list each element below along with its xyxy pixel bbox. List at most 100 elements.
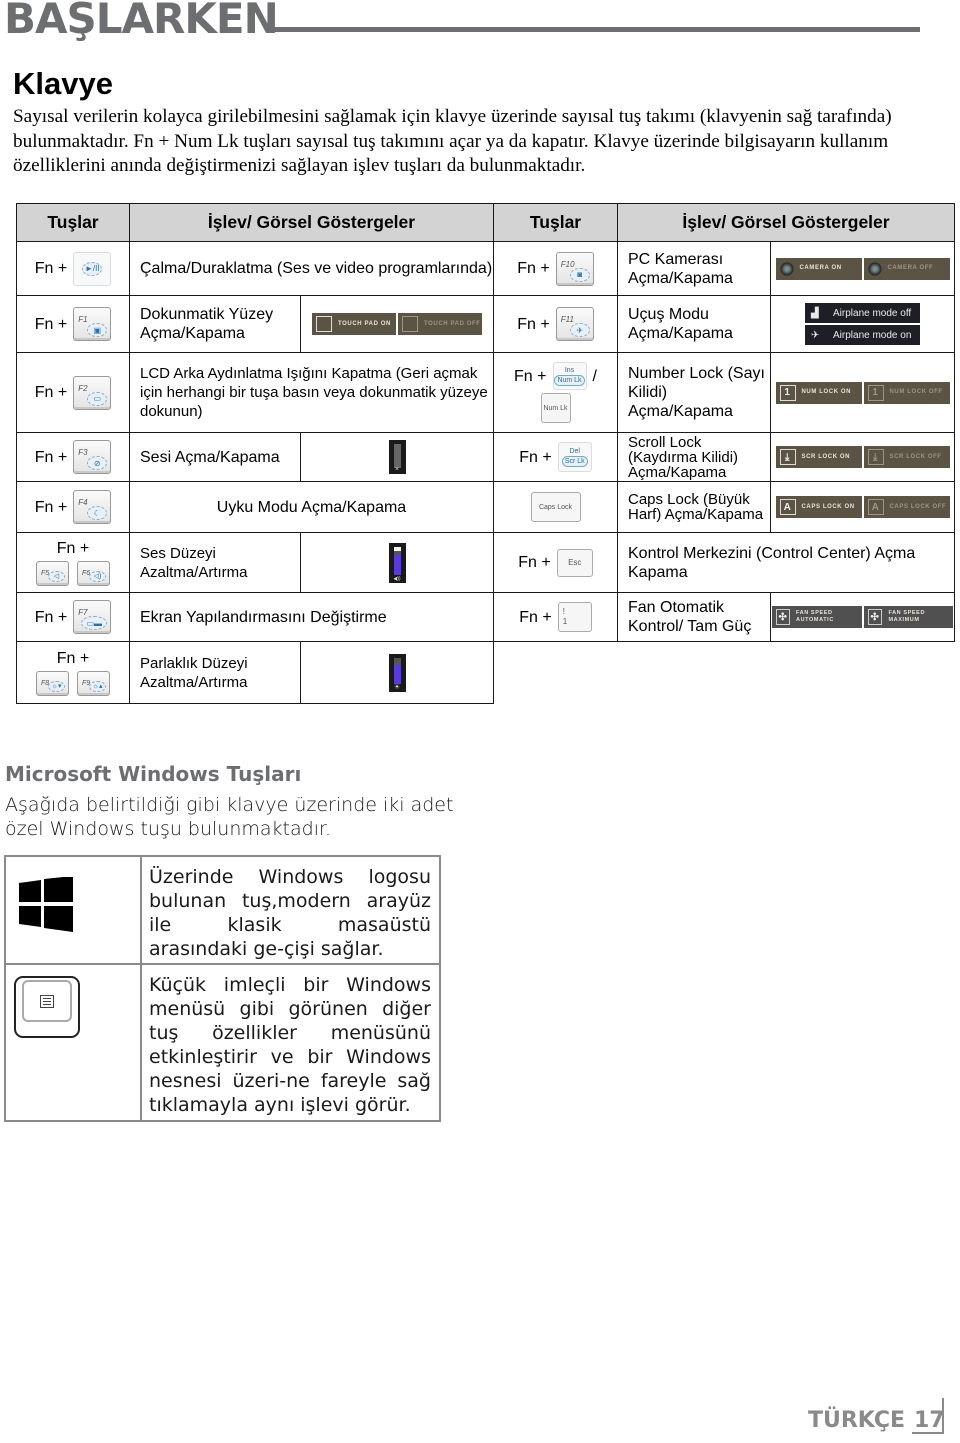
scrolllock-on-indicator: ⤓ SCR LOCK ON <box>775 446 862 468</box>
fn-label: Fn + <box>34 448 68 466</box>
airplane-indicators: ▟ Airplane mode off ✈ Airplane mode on <box>770 295 955 353</box>
volume-indicator-cell: ◀)) <box>300 532 494 593</box>
table-row-function: Dokunmatik Yüzey Açma/Kapama <box>129 295 301 353</box>
capslock-icon: A <box>867 499 884 515</box>
volume-level-fill <box>393 554 401 575</box>
fan-max-indicator: ✣ FAN SPEED MAXIMUM <box>863 606 953 628</box>
table-row-function: Sesi Açma/Kapama <box>129 432 301 482</box>
brightness-down-icon: ☼▾ <box>48 681 65 692</box>
numlock-icon: 1 <box>867 384 884 401</box>
airplane-icon: ✈ <box>569 323 590 337</box>
table-row-function: Ekran Yapılandırmasını Değiştirme <box>129 592 494 642</box>
camera-icon <box>867 261 882 276</box>
windows-key-row: Üzerinde Windows logosu bulunan tuş,mode… <box>6 857 439 965</box>
menu-key-description: Küçük imleçli bir Windows menüsü gibi gö… <box>149 974 431 1116</box>
page-number: 17 <box>914 1408 945 1433</box>
table-row-function: Caps Lock (Büyük Harf) Açma/Kapama <box>617 481 771 533</box>
del-scrlk-key: Del Scr Lk <box>557 442 592 472</box>
table-row-function: Ses Düzeyi Azaltma/Artırma <box>129 532 301 593</box>
fn-label: Fn + <box>34 384 68 401</box>
table-row-key: Fn + F11 ✈ <box>493 295 618 353</box>
menu-glyph-icon <box>40 994 54 1008</box>
fn-label: Fn + <box>517 315 550 333</box>
table-row-function: Uçuş Modu Açma/Kapama <box>617 295 771 353</box>
capslock-key: Caps Lock <box>530 492 581 522</box>
camera-on-indicator: CAMERA ON <box>775 257 862 280</box>
windows-keys-heading: Microsoft Windows Tuşları <box>5 762 302 786</box>
fn-label: Fn + <box>518 554 551 571</box>
touchpad-icon <box>402 316 418 332</box>
section-title: BAŞLARKEN <box>4 0 279 43</box>
table-row-key: Fn + F5 ◁ F6 ◁) <box>16 532 130 593</box>
camera-indicators: CAMERA ON CAMERA OFF <box>770 241 955 296</box>
touchpad-icon: ▣ <box>87 323 108 337</box>
signal-icon: ▟ <box>811 307 819 319</box>
keyboard-heading: Klavye <box>13 66 113 101</box>
table-row-function: Fan Otomatik Kontrol/ Tam Güç <box>617 592 771 642</box>
touchpad-off-indicator: TOUCH PAD OFF <box>398 313 482 335</box>
sleep-icon: ☾ <box>87 506 108 520</box>
table-row-key: Fn + F3 ⊘ <box>16 432 130 482</box>
table-row-key: Fn + F4 ☾ <box>16 481 130 533</box>
fn-label: Fn + <box>34 608 68 626</box>
touchpad-icon <box>316 316 332 332</box>
table-row-key: Fn + Esc <box>493 532 618 593</box>
table-row-function: Scroll Lock (Kaydırma Kilidi) Açma/Kapam… <box>617 432 771 482</box>
windows-logo-icon <box>19 877 73 932</box>
f1-key: F1 ▣ <box>73 307 112 341</box>
table-row-function: Parlaklık Düzeyi Azaltma/Artırma <box>129 641 301 704</box>
header-keys-left: Tuşlar <box>16 203 130 242</box>
table-row-key: Fn + ►/II <box>16 241 130 296</box>
camera-icon <box>779 261 794 276</box>
fan-icon: ✣ <box>776 609 790 625</box>
fan-icon: ✣ <box>867 609 883 625</box>
scroll-down-icon: ⤓ <box>867 449 884 465</box>
section-rule <box>266 27 920 32</box>
numlock-off-indicator: 1 NUM LOCK OFF <box>863 381 950 404</box>
brightness-meter: ☀ <box>388 653 406 692</box>
table-row-function: LCD Arka Aydınlatma Işığını Kapatma (Ger… <box>129 352 494 433</box>
windows-key-description: Üzerinde Windows logosu bulunan tuş,mode… <box>149 866 431 960</box>
airplane-on-indicator: ✈ Airplane mode on <box>805 325 920 345</box>
menu-key-icon <box>14 976 80 1038</box>
scroll-down-icon: ⤓ <box>779 449 796 465</box>
scrolllock-off-indicator: ⤓ SCR LOCK OFF <box>863 446 950 468</box>
esc-key: Esc <box>556 548 593 577</box>
header-keys-right: Tuşlar <box>493 203 618 242</box>
camera-icon: ◙ <box>569 267 590 282</box>
volume-muted-meter: × <box>388 440 406 474</box>
table-row-key: Fn + F7 ▭▬ <box>16 592 130 642</box>
numlock-on-indicator: 1 NUM LOCK ON <box>775 381 862 404</box>
f10-key: F10 ◙ <box>555 251 594 286</box>
function-keys-table: Tuşlar İşlev/ Görsel Göstergeler Tuşlar … <box>16 203 955 704</box>
fn-label: Fn + <box>519 608 552 626</box>
ins-numlk-key: Ins Num Lk <box>552 362 587 390</box>
mute-icon: ⊘ <box>87 456 108 470</box>
table-row-function: Uyku Modu Açma/Kapama <box>129 481 494 533</box>
f11-key: F11 ✈ <box>555 307 594 341</box>
table-row-function: Kontrol Merkezini (Control Center) Açma … <box>617 532 955 593</box>
mute-symbol: × <box>394 466 400 473</box>
footer-language: TÜRKÇE <box>808 1408 906 1433</box>
airplane-icon: ✈ <box>811 329 820 341</box>
capslock-off-indicator: A CAPS LOCK OFF <box>863 496 950 518</box>
table-row-key: Fn + F2 ▭ <box>16 352 130 433</box>
brightness-up-icon: ☼▴ <box>89 681 106 692</box>
mute-indicator-cell: × <box>300 432 494 482</box>
menu-key-row: Küçük imleçli bir Windows menüsü gibi gö… <box>6 965 439 1120</box>
f3-key: F3 ⊘ <box>73 440 112 474</box>
fn-label: Fn + <box>56 540 90 557</box>
numlk-key: Num Lk <box>540 393 571 423</box>
brightness-level-fill <box>393 664 401 684</box>
brightness-symbol: ☀ <box>393 683 401 691</box>
f5-key: F5 ◁ <box>36 561 69 586</box>
table-row-function: Çalma/Duraklatma (Ses ve video programla… <box>129 241 494 296</box>
key-separator: / <box>592 367 597 385</box>
keyboard-intro: Sayısal verilerin kolayca girilebilmesin… <box>13 106 892 176</box>
capslock-icon: A <box>779 499 796 515</box>
numlock-icon: 1 <box>779 384 796 401</box>
windows-keys-intro: Aşağıda belirtildiği gibi klavye üzerind… <box>5 794 454 840</box>
table-row-key: Caps Lock <box>493 481 618 533</box>
header-function-left: İşlev/ Görsel Göstergeler <box>129 203 494 242</box>
fn-label: Fn + <box>514 367 547 385</box>
